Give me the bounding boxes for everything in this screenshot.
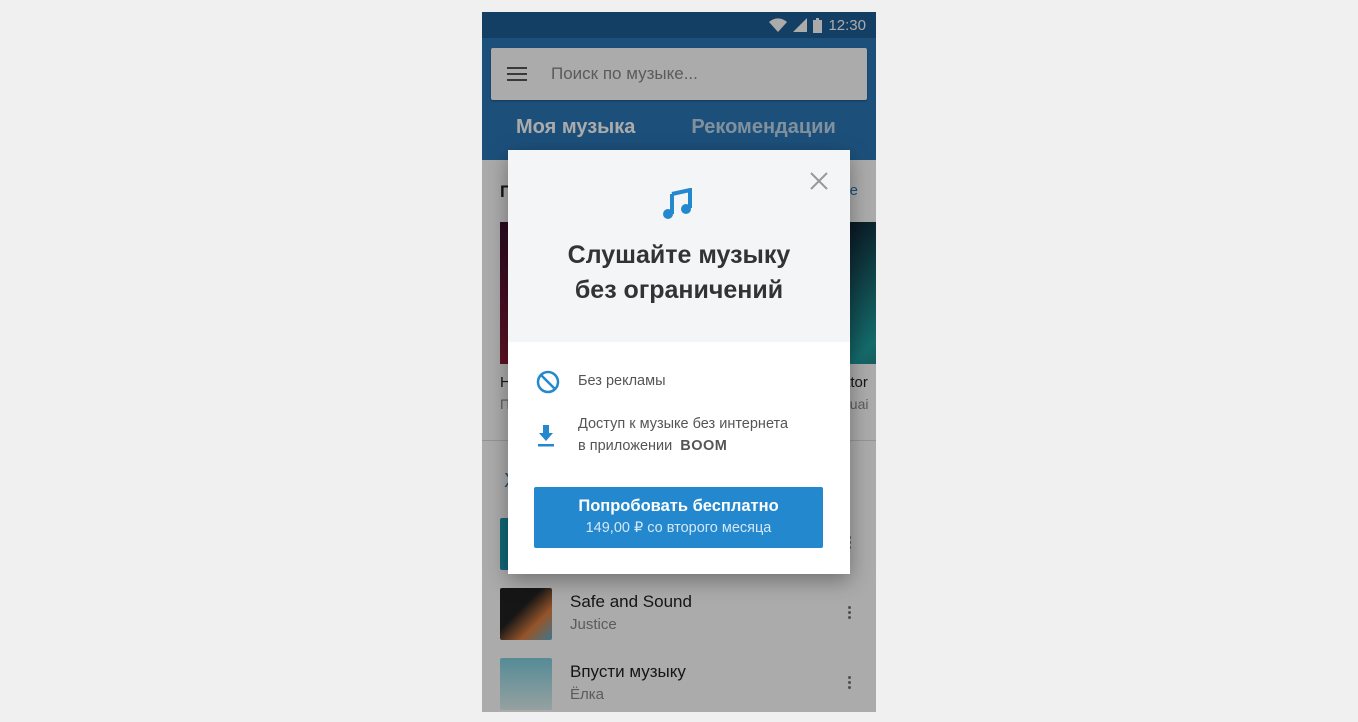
feature-text: в приложении: [578, 438, 673, 454]
download-icon: [538, 425, 554, 447]
subscription-dialog: Слушайте музыку без ограничений Без рекл…: [508, 150, 850, 574]
music-note-icon: [663, 188, 692, 219]
no-ads-icon: [536, 370, 560, 394]
feature-no-ads: Без рекламы: [536, 370, 666, 399]
title-line: Слушайте музыку: [567, 241, 791, 269]
dialog-title: Слушайте музыку без ограничений: [508, 238, 850, 308]
cta-label: Попробовать бесплатно: [578, 497, 779, 515]
cta-price: 149,00 ₽ со второго месяца: [585, 520, 772, 536]
boom-logo: BOOM: [680, 438, 728, 454]
feature-text: Доступ к музыке без интернета: [578, 416, 789, 432]
title-line: без ограничений: [574, 276, 784, 304]
feature-text: Без рекламы: [578, 373, 666, 389]
try-free-button[interactable]: Попробовать бесплатно 149,00 ₽ со второг…: [534, 487, 823, 548]
close-icon[interactable]: [808, 170, 830, 192]
feature-offline: Доступ к музыке без интернета в приложен…: [536, 413, 788, 457]
